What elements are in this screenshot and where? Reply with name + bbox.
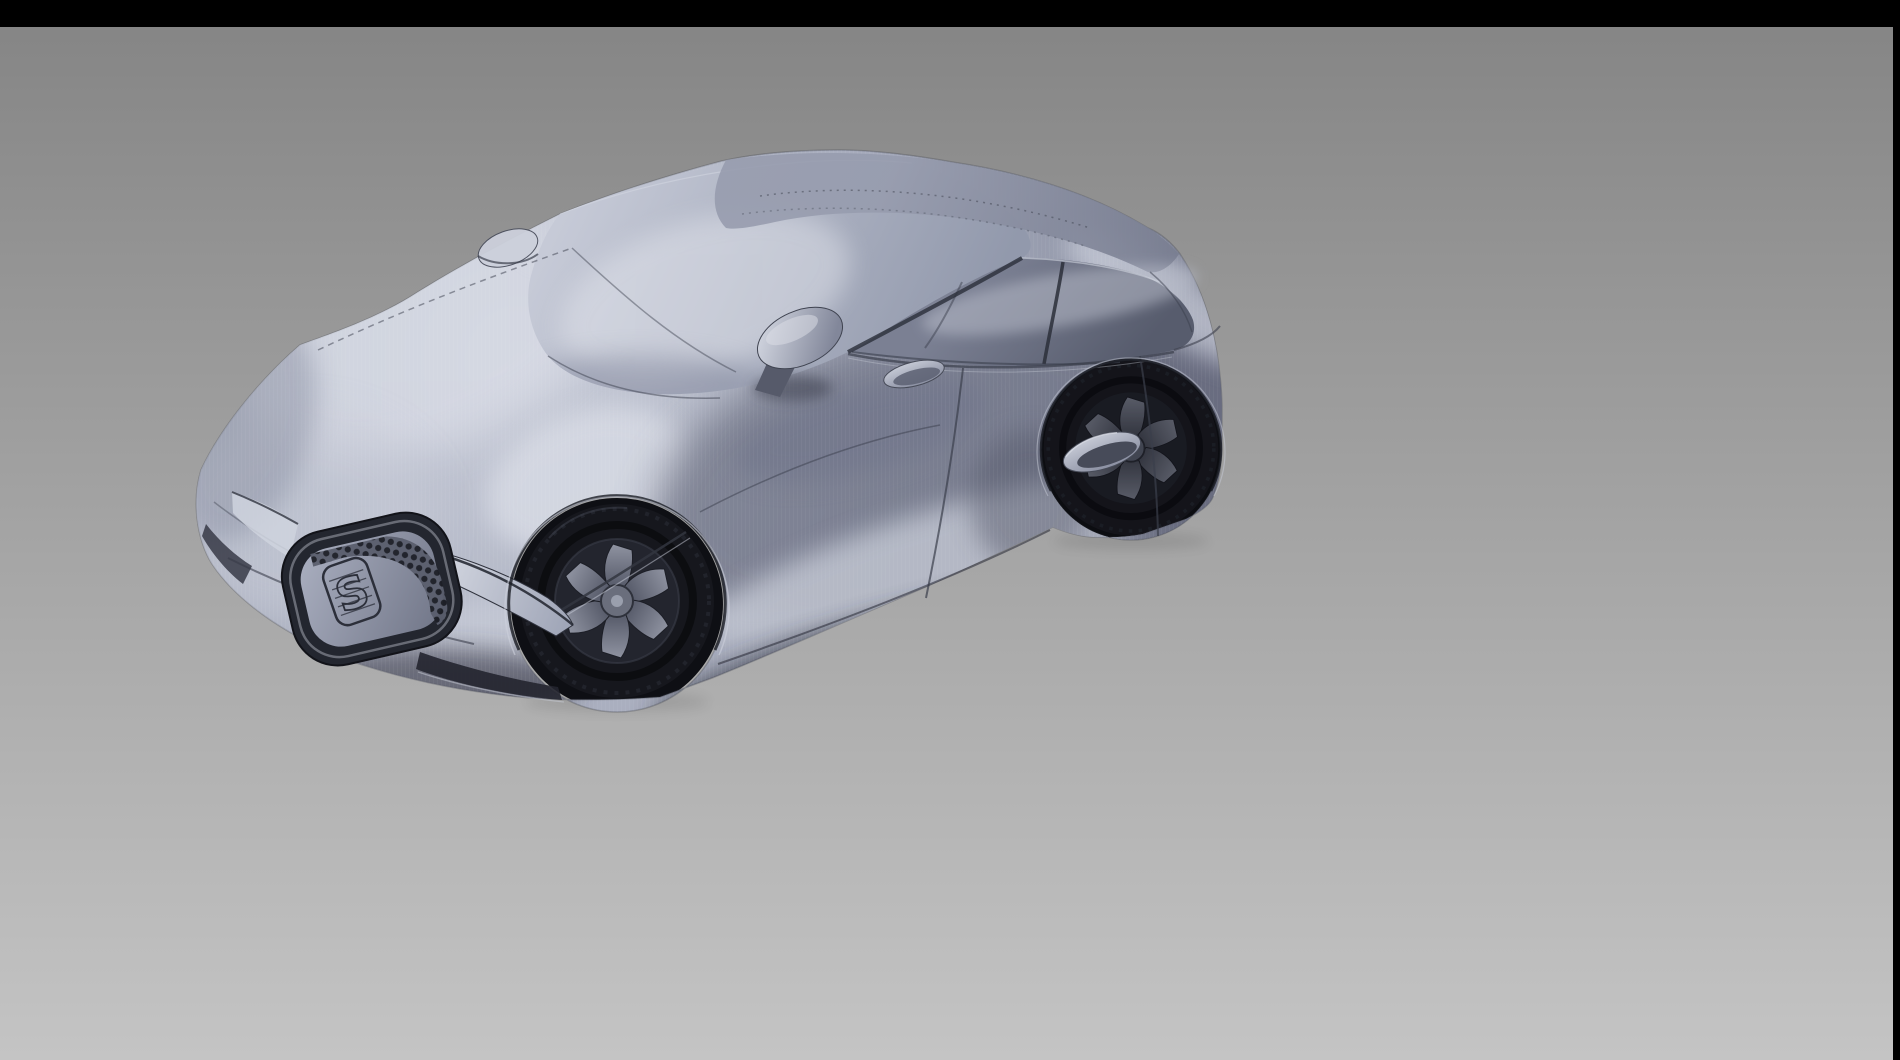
app-window: S xyxy=(0,0,1900,1060)
letterbox-right-bar xyxy=(1893,0,1900,1060)
viewport-3d-canvas[interactable]: S xyxy=(0,0,1900,1060)
letterbox-top-bar xyxy=(0,0,1900,27)
car-model[interactable]: S xyxy=(148,120,1300,753)
viewport-3d[interactable]: S xyxy=(0,0,1900,1060)
